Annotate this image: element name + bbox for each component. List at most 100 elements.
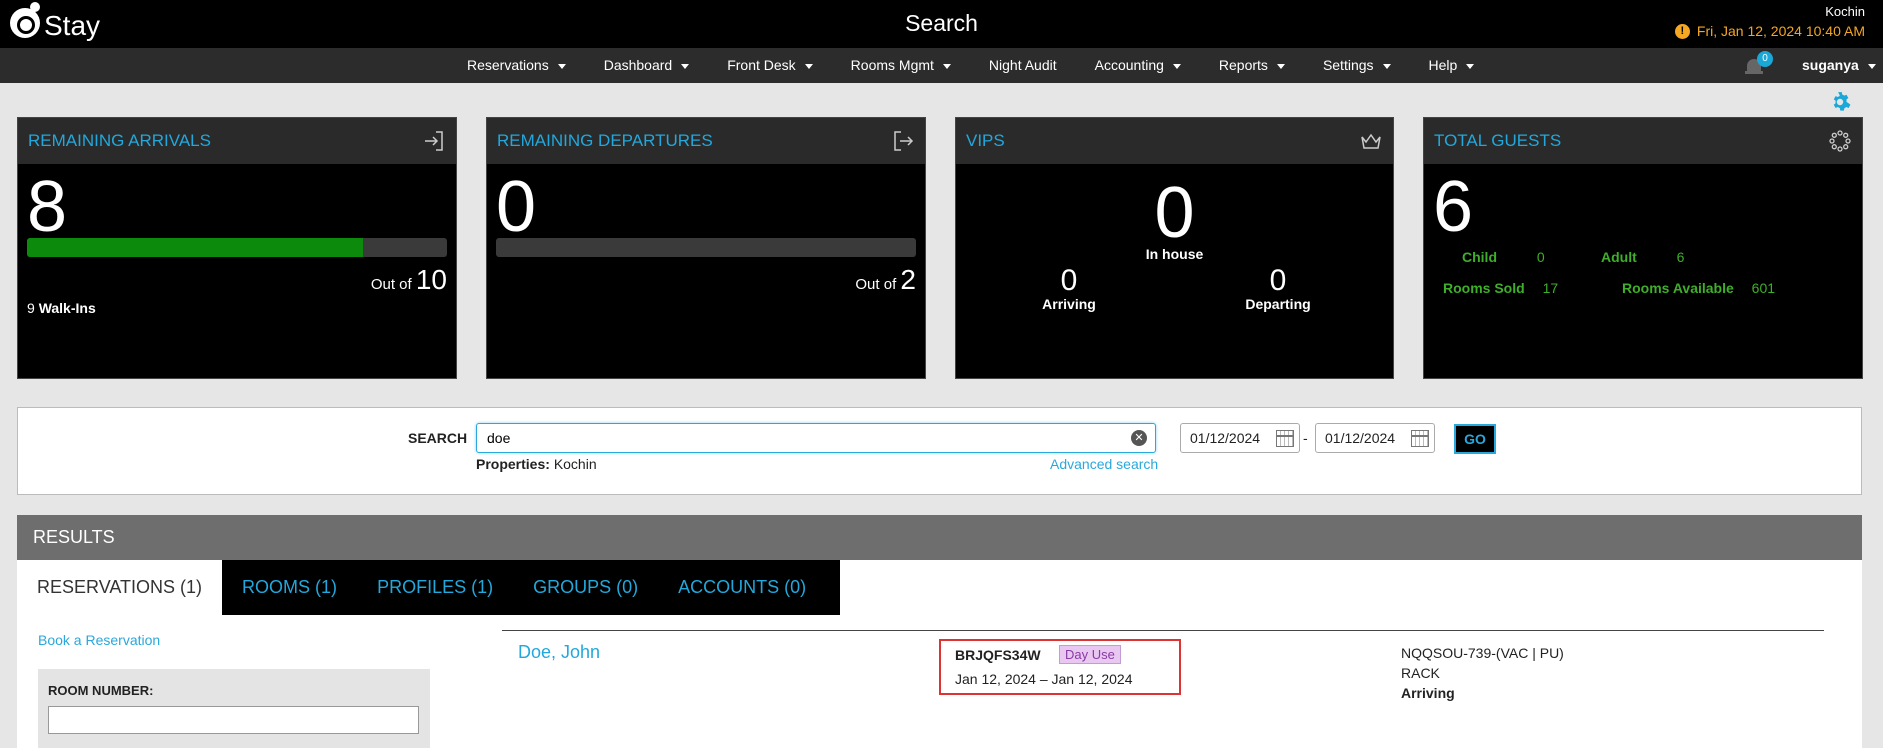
- tab-reservations[interactable]: RESERVATIONS (1): [17, 560, 223, 615]
- stat-rooms-available-value: 601: [1751, 280, 1776, 296]
- walk-ins-count: 9: [27, 300, 35, 316]
- calendar-icon[interactable]: [1411, 430, 1429, 447]
- results-header: RESULTS: [17, 515, 1862, 560]
- stat-rooms-sold: Rooms Sold 17: [1443, 280, 1558, 296]
- properties-value: Kochin: [553, 456, 597, 472]
- chevron-down-icon: [1382, 63, 1391, 69]
- date-separator: -: [1303, 430, 1308, 446]
- group-dots-icon: [1829, 130, 1851, 152]
- calendar-icon[interactable]: [1276, 430, 1294, 447]
- reservation-status: Arriving: [1401, 685, 1455, 701]
- out-of-label: Out of: [370, 276, 412, 293]
- vips-in-house-label: In house: [1145, 246, 1204, 262]
- stat-child-value: 0: [1536, 249, 1545, 265]
- alert-icon[interactable]: !: [1674, 23, 1690, 39]
- arrivals-out-of: Out of 10: [371, 264, 447, 296]
- chevron-down-icon: [557, 63, 566, 69]
- page-title: Search: [905, 10, 978, 36]
- nav-item-label: Accounting: [1094, 57, 1164, 73]
- book-reservation-link[interactable]: Book a Reservation: [38, 632, 160, 648]
- nav-item-help[interactable]: Help: [1429, 48, 1475, 83]
- stat-child: Child 0: [1462, 249, 1545, 265]
- tab-accounts[interactable]: ACCOUNTS (0): [658, 560, 827, 615]
- vips-arriving-label: Arriving: [1042, 296, 1096, 312]
- property-name[interactable]: Kochin: [1675, 4, 1865, 19]
- stat-child-label: Child: [1462, 249, 1497, 265]
- vips-departing-count: 0: [1269, 264, 1287, 297]
- date-to-field[interactable]: 01/12/2024: [1315, 423, 1435, 453]
- results-content: Book a Reservation ROOM NUMBER: Doe, Joh…: [17, 615, 1862, 748]
- advanced-search-link[interactable]: Advanced search: [1050, 456, 1158, 472]
- arrivals-progress-fill: [27, 238, 363, 257]
- room-code: NQQSOU-739-(VAC | PU): [1401, 645, 1564, 661]
- chevron-down-icon: [681, 63, 690, 69]
- vips-departing-label: Departing: [1245, 296, 1311, 312]
- reservation-highlight[interactable]: BRJQFS34W Day Use Jan 12, 2024 – Jan 12,…: [939, 639, 1181, 695]
- user-name: suganya: [1802, 57, 1859, 73]
- nav-item-dashboard[interactable]: Dashboard: [604, 48, 690, 83]
- nav-item-label: Dashboard: [603, 57, 673, 73]
- main-nav: Reservations Dashboard Front Desk Rooms Mgm…: [0, 48, 1883, 83]
- nav-item-front-desk[interactable]: Front Desk: [727, 48, 813, 83]
- nav-item-night-audit[interactable]: Night Audit: [989, 48, 1057, 83]
- walk-ins: 9 Walk-Ins: [27, 300, 96, 316]
- total-guests-card[interactable]: TOTAL GUESTS 6 Child 0 Adult 6 Rooms Sol…: [1423, 117, 1863, 379]
- nav-item-label: Reports: [1218, 57, 1268, 73]
- chevron-down-icon: [1172, 63, 1181, 69]
- sign-in-icon: [425, 131, 443, 151]
- chevron-down-icon: [1466, 63, 1475, 69]
- nav-item-settings[interactable]: Settings: [1323, 48, 1391, 83]
- nav-item-accounting[interactable]: Accounting: [1095, 48, 1181, 83]
- card-header: REMAINING ARRIVALS: [18, 118, 456, 164]
- guest-name-link[interactable]: Doe, John: [518, 642, 600, 663]
- card-title: VIPS: [966, 131, 1005, 150]
- card-title: REMAINING ARRIVALS: [28, 131, 211, 150]
- crown-icon: [1361, 133, 1381, 149]
- departures-out-of: Out of 2: [855, 264, 916, 296]
- search-panel: SEARCH ✕ Properties: Kochin Advanced sea…: [17, 407, 1862, 495]
- sign-out-icon: [894, 131, 914, 151]
- tab-strip-filler: [826, 560, 841, 615]
- departures-progress-bar: [496, 238, 916, 257]
- clear-search-icon[interactable]: ✕: [1131, 430, 1147, 446]
- user-menu[interactable]: suganya: [1802, 48, 1876, 83]
- stat-rooms-available: Rooms Available 601: [1622, 280, 1775, 296]
- search-input[interactable]: [476, 423, 1156, 453]
- card-title: REMAINING DEPARTURES: [497, 131, 713, 150]
- vips-arriving-count: 0: [1060, 264, 1078, 297]
- remaining-arrivals-card[interactable]: REMAINING ARRIVALS 8 Out of 10 9 Walk-In…: [17, 117, 457, 379]
- card-header: REMAINING DEPARTURES: [487, 118, 925, 164]
- notification-bell-icon[interactable]: 0: [1745, 51, 1773, 76]
- nav-item-label: Help: [1428, 57, 1458, 73]
- room-number-label: ROOM NUMBER:: [48, 683, 154, 698]
- nav-item-reservations[interactable]: Reservations: [467, 48, 566, 83]
- room-number-filter: ROOM NUMBER:: [38, 669, 430, 748]
- remaining-departures-card[interactable]: REMAINING DEPARTURES 0 Out of 2: [486, 117, 926, 379]
- go-button[interactable]: GO: [1454, 424, 1496, 454]
- date-from-field[interactable]: 01/12/2024: [1180, 423, 1300, 453]
- stat-adult-label: Adult: [1601, 249, 1637, 265]
- gear-icon[interactable]: [1829, 91, 1851, 113]
- nav-item-label: Night Audit: [988, 57, 1057, 73]
- walk-ins-label: Walk-Ins: [38, 300, 96, 316]
- room-info: NQQSOU-739-(VAC | PU) RACK Arriving: [1401, 643, 1564, 703]
- vips-card[interactable]: VIPS 0 In house 0 Arriving 0 Departing: [955, 117, 1394, 379]
- top-bar: Stay Search Kochin ! Fri, Jan 12, 2024 1…: [0, 0, 1883, 48]
- nav-item-reports[interactable]: Reports: [1219, 48, 1285, 83]
- tab-profiles[interactable]: PROFILES (1): [357, 560, 514, 615]
- card-header: TOTAL GUESTS: [1424, 118, 1862, 164]
- results-tabs: RESERVATIONS (1) ROOMS (1) PROFILES (1) GRO…: [17, 560, 1862, 615]
- nav-item-rooms-mgmt[interactable]: Rooms Mgmt: [851, 48, 951, 83]
- arrivals-progress-bar: [27, 238, 447, 257]
- arrivals-count: 8: [27, 167, 68, 247]
- room-number-input[interactable]: [48, 706, 419, 734]
- nav-items: Reservations Dashboard Front Desk Rooms Mgm…: [467, 48, 1512, 83]
- tab-rooms[interactable]: ROOMS (1): [222, 560, 358, 615]
- tab-strip: RESERVATIONS (1) ROOMS (1) PROFILES (1) GRO…: [17, 560, 841, 615]
- search-properties: Properties: Kochin: [476, 456, 597, 472]
- tab-groups[interactable]: GROUPS (0): [513, 560, 659, 615]
- vips-arriving: 0 Arriving: [1009, 264, 1129, 313]
- chevron-down-icon: [1276, 63, 1285, 69]
- departures-total: 2: [900, 264, 916, 295]
- stat-rooms-sold-label: Rooms Sold: [1443, 280, 1525, 296]
